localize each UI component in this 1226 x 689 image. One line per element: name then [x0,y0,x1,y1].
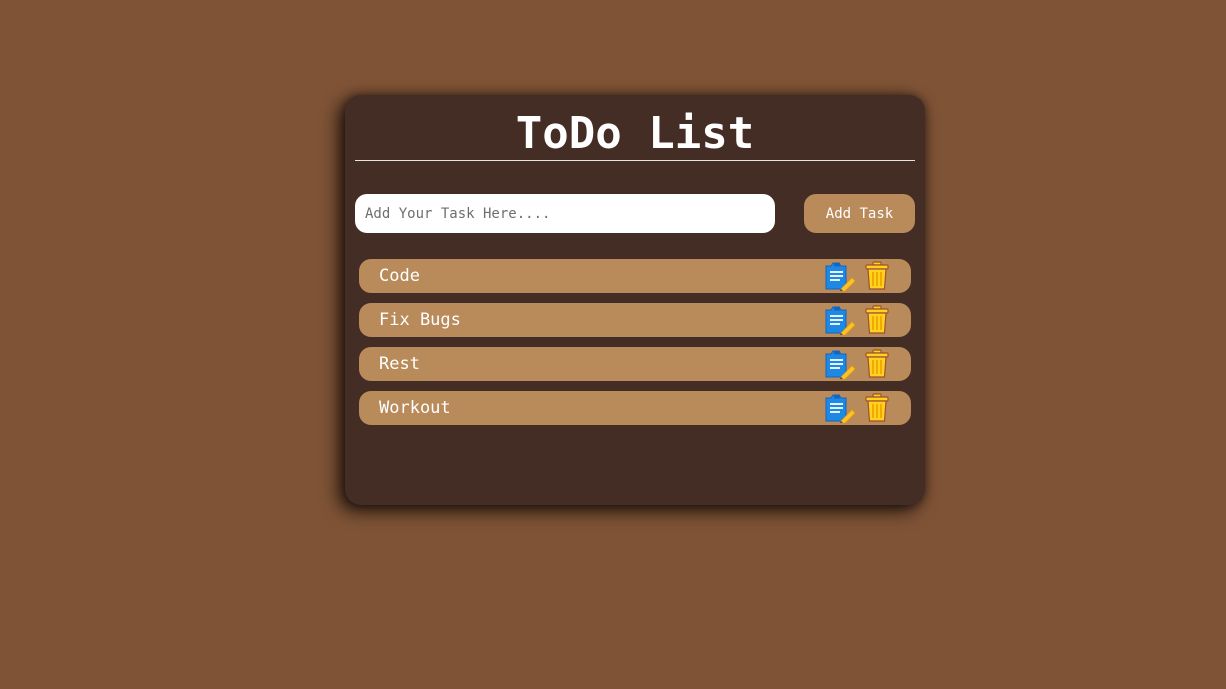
trash-icon[interactable] [864,393,890,423]
task-item: Code [359,259,911,293]
add-task-button[interactable]: Add Task [804,194,915,233]
task-input[interactable] [355,194,775,233]
edit-icon[interactable] [823,261,855,291]
task-label: Workout [379,398,451,418]
task-label: Rest [379,354,420,374]
task-label: Fix Bugs [379,310,461,330]
trash-icon[interactable] [864,349,890,379]
task-label: Code [379,266,420,286]
task-item: Rest [359,347,911,381]
edit-icon[interactable] [823,393,855,423]
title-divider [355,160,915,161]
edit-icon[interactable] [823,305,855,335]
page-title: ToDo List [515,108,755,159]
trash-icon[interactable] [864,261,890,291]
edit-icon[interactable] [823,349,855,379]
task-item: Fix Bugs [359,303,911,337]
task-item: Workout [359,391,911,425]
trash-icon[interactable] [864,305,890,335]
task-list: Code Fix Bugs Rest Workout [359,259,911,435]
todo-card: ToDo List Add Task Code [345,95,925,505]
